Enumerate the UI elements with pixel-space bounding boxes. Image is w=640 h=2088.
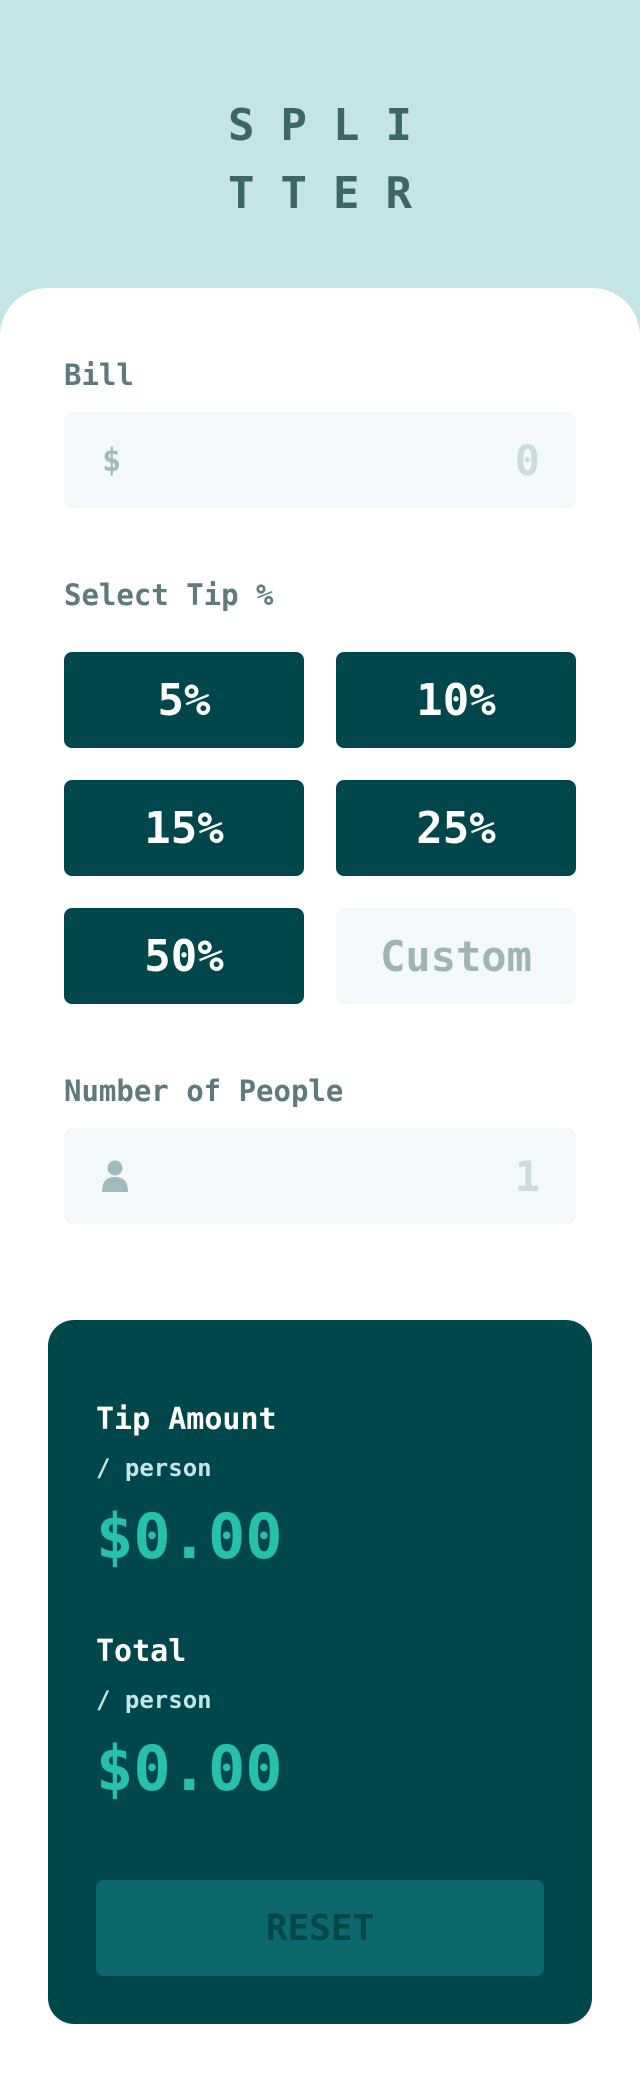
results-panel: Tip Amount / person $0.00 Total / person… — [48, 1320, 592, 2024]
tip-amount-title: Tip Amount — [96, 1402, 277, 1437]
tip-50-button[interactable]: 50% — [64, 908, 304, 1004]
logo-line-1: SPLI — [228, 100, 438, 151]
custom-tip-input[interactable] — [336, 908, 576, 1004]
tip-amount-subtitle: / person — [96, 1454, 212, 1482]
bill-label: Bill — [64, 358, 134, 392]
tip-15-button[interactable]: 15% — [64, 780, 304, 876]
tip-label: Select Tip % — [64, 578, 274, 612]
reset-button[interactable]: RESET — [96, 1880, 544, 1976]
bill-input-container: $ — [64, 412, 576, 508]
total-title: Total — [96, 1634, 187, 1669]
tip-5-button[interactable]: 5% — [64, 652, 304, 748]
people-input[interactable] — [160, 1130, 540, 1222]
people-label: Number of People — [64, 1074, 344, 1108]
bill-input[interactable] — [160, 414, 540, 506]
tip-25-button[interactable]: 25% — [336, 780, 576, 876]
tip-10-button[interactable]: 10% — [336, 652, 576, 748]
logo-line-2: TTER — [228, 168, 438, 219]
tip-amount-value: $0.00 — [96, 1500, 283, 1573]
total-subtitle: / person — [96, 1686, 212, 1714]
dollar-icon: $ — [102, 441, 122, 479]
person-icon — [102, 1130, 128, 1222]
people-input-container — [64, 1128, 576, 1224]
total-value: $0.00 — [96, 1732, 283, 1805]
app-header: SPLI TTER — [0, 0, 640, 290]
